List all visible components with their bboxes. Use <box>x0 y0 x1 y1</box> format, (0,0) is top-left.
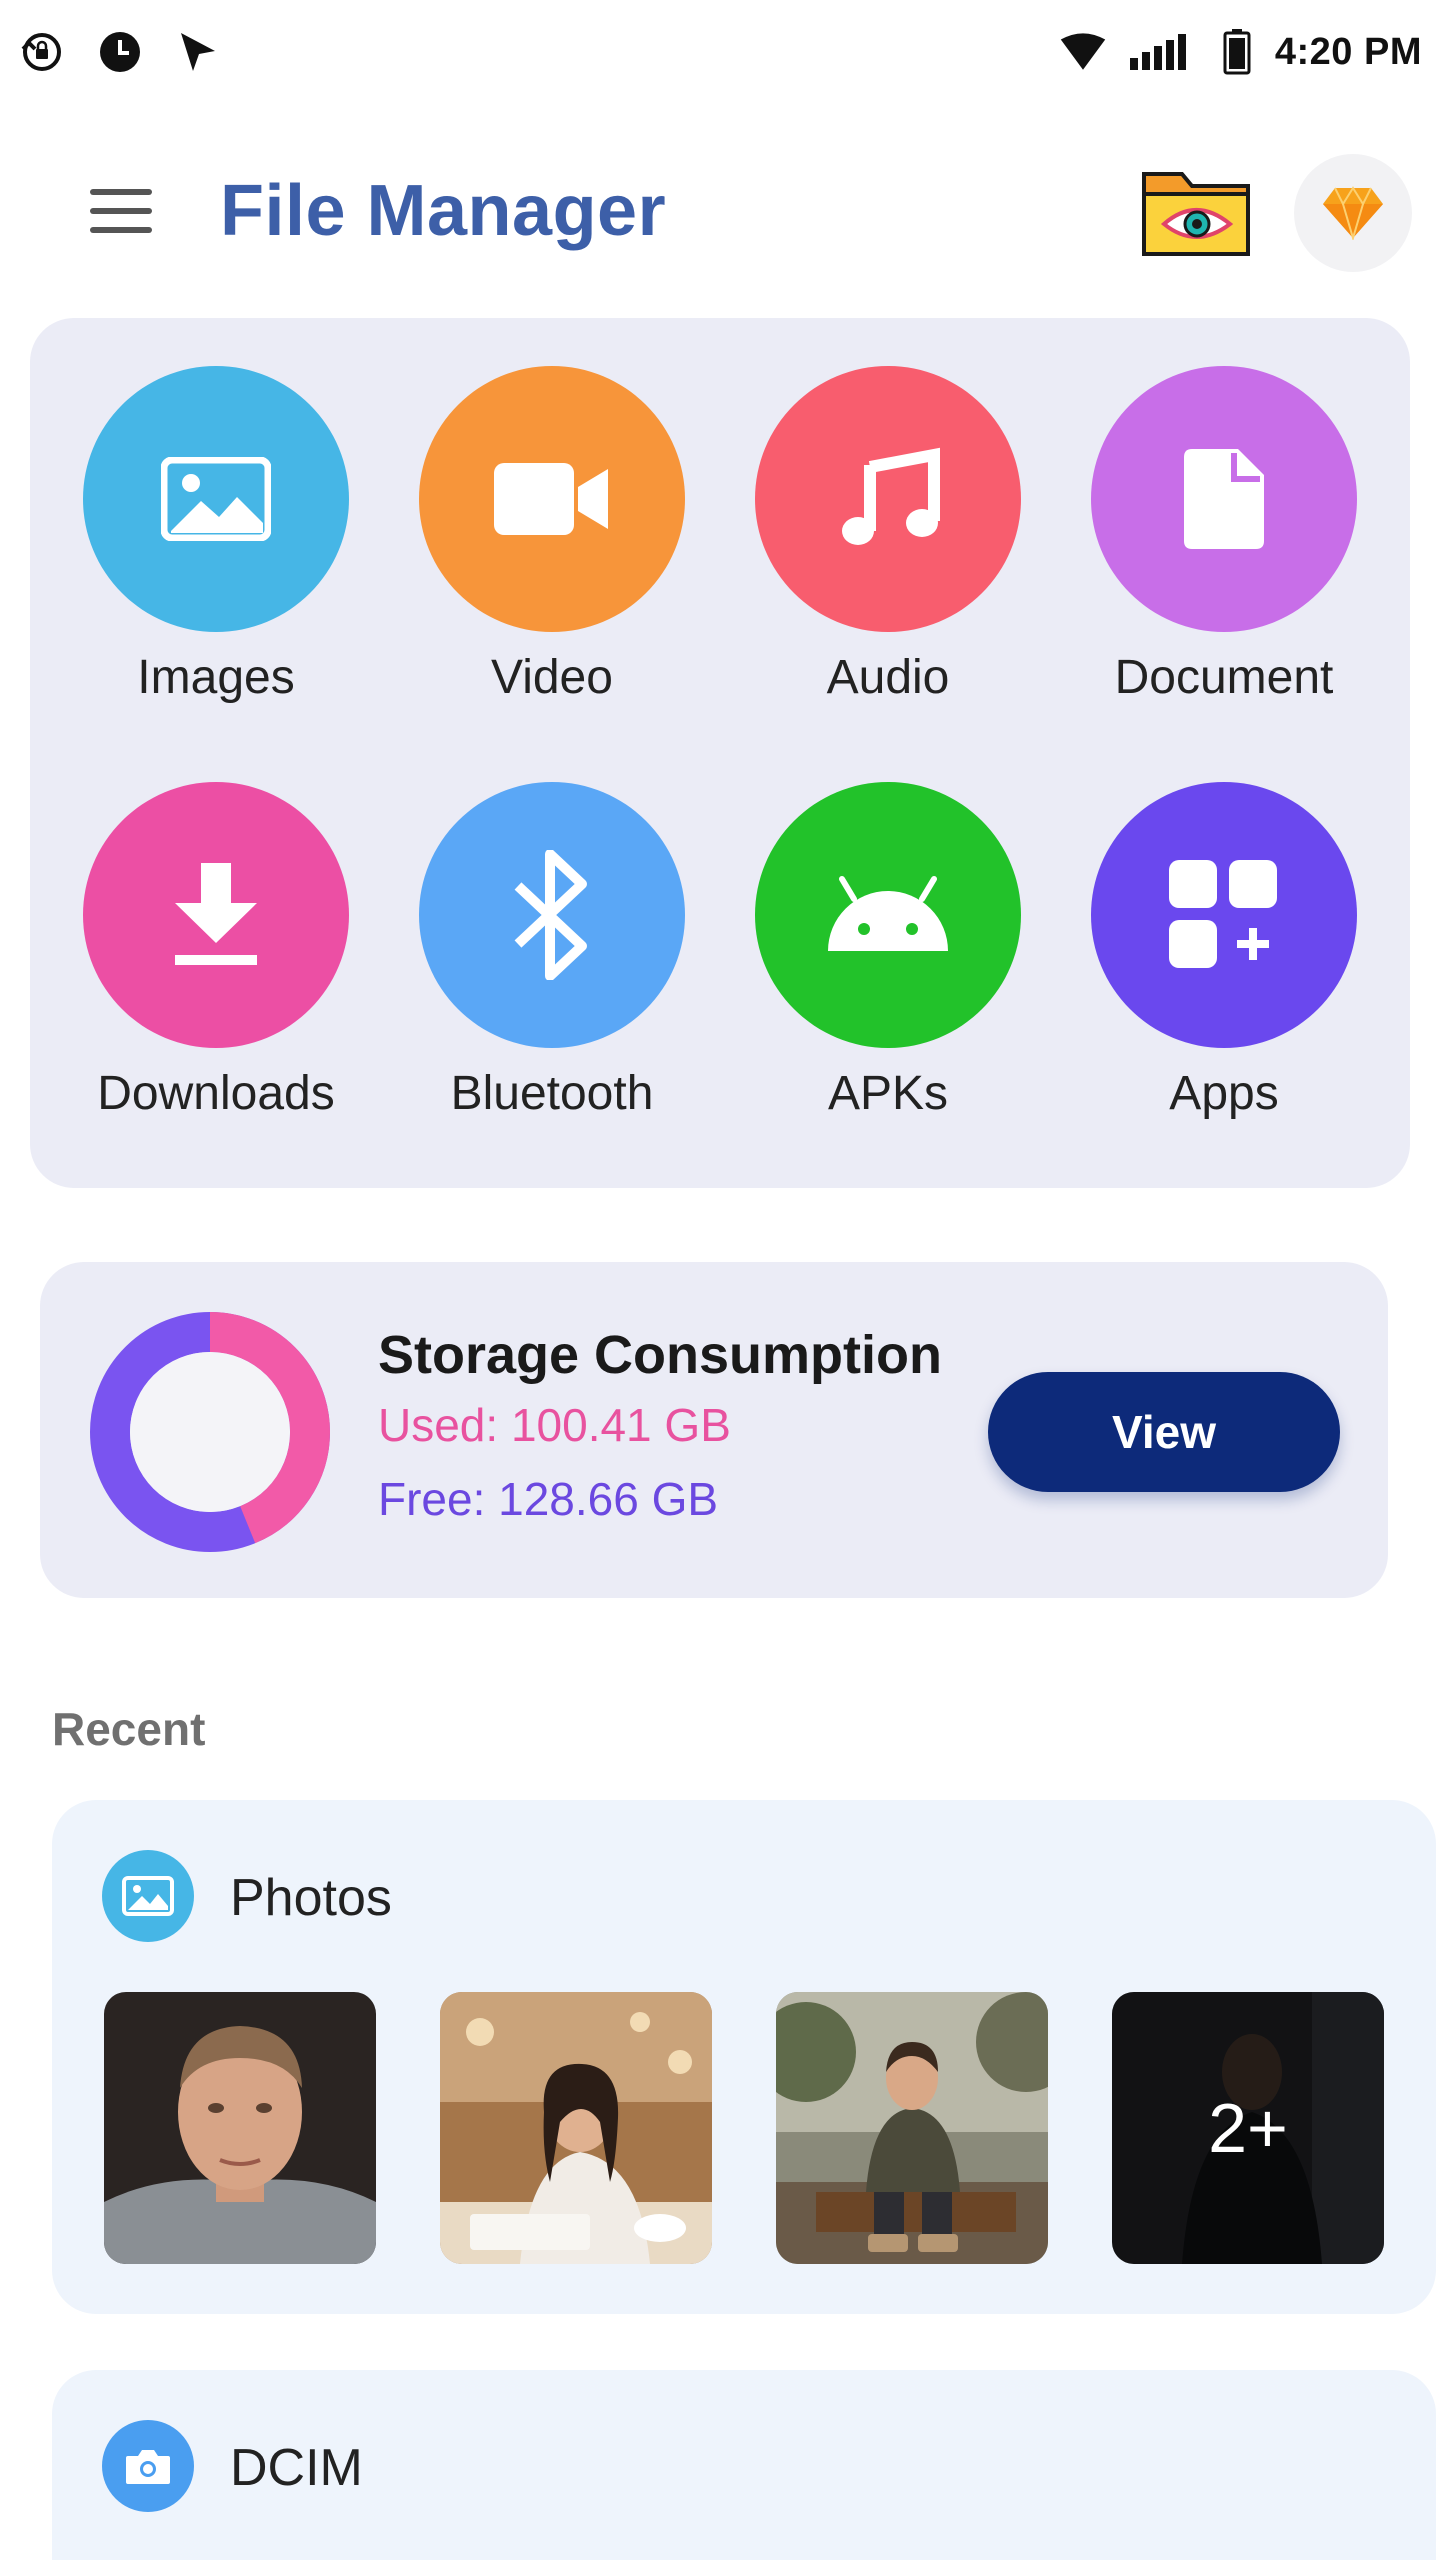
category-label: APKs <box>827 1067 949 1120</box>
category-label: Apps <box>1169 1067 1279 1120</box>
clock-icon <box>96 28 144 76</box>
rotation-lock-icon <box>18 28 66 76</box>
category-video[interactable]: Video <box>402 366 702 705</box>
premium-button[interactable] <box>1294 154 1412 272</box>
storage-free: Free: 128.66 GB <box>378 1473 719 1525</box>
category-images[interactable]: Images <box>66 366 366 705</box>
storage-used: Used: 100.41 GB <box>378 1399 731 1451</box>
location-arrow-icon <box>174 28 222 76</box>
battery-icon <box>1221 28 1253 76</box>
view-storage-button[interactable]: View <box>988 1372 1340 1492</box>
document-icon <box>1091 366 1357 632</box>
category-audio[interactable]: Audio <box>738 366 1038 705</box>
category-apps[interactable]: Apps <box>1074 782 1374 1121</box>
category-document[interactable]: Document <box>1074 366 1374 705</box>
categories-panel: Images Video Audio Document Downloads Bl… <box>30 318 1410 1188</box>
recent-dcim-section[interactable]: DCIM <box>52 2370 1436 2560</box>
bluetooth-icon <box>419 782 685 1048</box>
menu-icon <box>90 189 152 195</box>
category-label: Document <box>1114 651 1334 704</box>
more-photos-count: 2+ <box>1208 2089 1288 2167</box>
storage-title: Storage Consumption <box>378 1325 942 1385</box>
app-header: File Manager <box>0 140 1440 280</box>
diamond-icon <box>1323 186 1383 240</box>
download-icon <box>83 782 349 1048</box>
recent-photos-section[interactable]: Photos 2+ <box>52 1800 1436 2314</box>
category-label: Bluetooth <box>450 1067 654 1120</box>
photos-section-title: Photos <box>230 1869 392 1927</box>
camera-icon <box>102 2420 194 2512</box>
apps-grid-icon <box>1091 782 1357 1048</box>
app-title: File Manager <box>220 171 667 251</box>
photo-thumbnail[interactable] <box>440 1992 712 2264</box>
music-note-icon <box>755 366 1021 632</box>
recent-heading: Recent <box>52 1703 206 1755</box>
photo-thumbnail-more[interactable]: 2+ <box>1112 1992 1384 2264</box>
video-icon <box>419 366 685 632</box>
image-icon <box>83 366 349 632</box>
category-label: Video <box>491 651 613 704</box>
storage-card: Storage Consumption Used: 100.41 GB Free… <box>40 1262 1388 1598</box>
status-bar: 4:20 PM <box>0 0 1440 105</box>
category-label: Images <box>137 651 295 704</box>
category-label: Audio <box>826 651 950 704</box>
image-icon <box>102 1850 194 1942</box>
wifi-icon <box>1059 28 1107 76</box>
photo-thumbnail[interactable] <box>104 1992 376 2264</box>
category-apks[interactable]: APKs <box>738 782 1038 1121</box>
menu-button[interactable] <box>80 180 164 240</box>
category-downloads[interactable]: Downloads <box>66 782 366 1121</box>
status-time: 4:20 PM <box>1274 30 1422 73</box>
dcim-section-title: DCIM <box>230 2439 363 2497</box>
hidden-files-folder-icon[interactable] <box>1138 160 1256 260</box>
signal-icon <box>1129 28 1199 76</box>
category-bluetooth[interactable]: Bluetooth <box>402 782 702 1121</box>
category-label: Downloads <box>97 1067 335 1120</box>
android-icon <box>755 782 1021 1048</box>
storage-donut-chart <box>90 1312 330 1552</box>
photo-thumbnail[interactable] <box>776 1992 1048 2264</box>
